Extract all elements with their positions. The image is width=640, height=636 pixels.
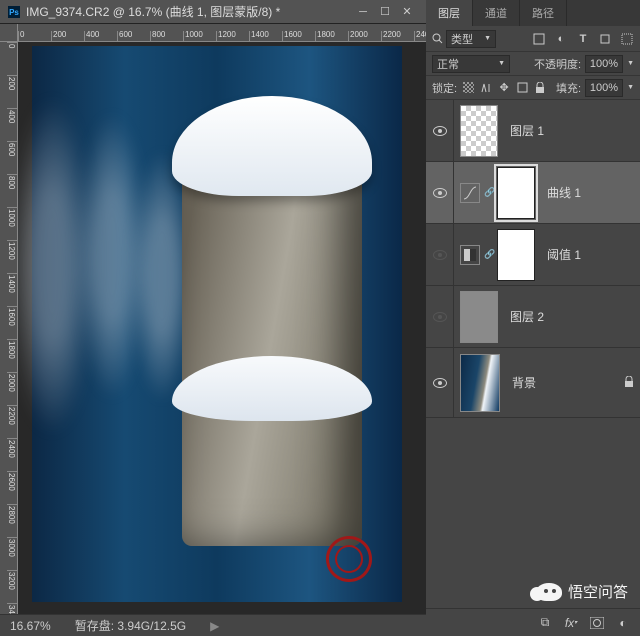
tab-channels[interactable]: 通道 — [473, 0, 520, 26]
visibility-toggle[interactable] — [426, 162, 454, 223]
eye-icon — [433, 312, 447, 322]
search-icon — [432, 33, 443, 44]
lock-row: 锁定: ✥ 填充: 100% ▼ — [426, 76, 640, 100]
maximize-button[interactable]: ☐ — [374, 3, 396, 21]
layer-thumbnail[interactable] — [460, 291, 498, 343]
opacity-input[interactable]: 100% — [585, 55, 623, 73]
watermark: 悟空问答 — [536, 581, 628, 602]
close-button[interactable]: ✕ — [396, 3, 418, 21]
eye-icon — [433, 378, 447, 388]
visibility-toggle[interactable] — [426, 224, 454, 285]
filter-type-icon[interactable]: T — [576, 32, 590, 46]
canvas-area[interactable] — [18, 42, 426, 614]
visibility-toggle[interactable] — [426, 100, 454, 161]
eye-icon — [433, 126, 447, 136]
ruler-origin[interactable] — [0, 24, 18, 42]
status-bar: 16.67% 暂存盘: 3.94G/12.5G ▶ — [0, 614, 426, 636]
cloud-icon — [536, 583, 562, 601]
ps-logo-icon: Ps — [8, 6, 20, 18]
lock-label: 锁定: — [432, 80, 457, 96]
ruler-horizontal[interactable]: 0200400600800100012001400160018002000220… — [18, 24, 426, 42]
canvas[interactable] — [32, 46, 402, 602]
opacity-label: 不透明度: — [534, 56, 581, 72]
zoom-level[interactable]: 16.67% — [10, 619, 51, 633]
lock-icon — [624, 376, 634, 390]
eye-icon — [433, 250, 447, 260]
layer-name[interactable]: 曲线 1 — [547, 184, 581, 201]
layer-name[interactable]: 图层 1 — [510, 122, 544, 139]
svg-text:Ps: Ps — [9, 8, 19, 17]
layer-name[interactable]: 阈值 1 — [547, 246, 581, 263]
layer-row[interactable]: 🔗 曲线 1 — [426, 162, 640, 224]
minimize-button[interactable]: ─ — [352, 3, 374, 21]
add-mask-button[interactable] — [590, 616, 604, 630]
visibility-toggle[interactable] — [426, 286, 454, 347]
threshold-icon[interactable] — [460, 245, 480, 265]
filter-pixel-icon[interactable] — [532, 32, 546, 46]
layer-filter-row: 类型▼ ◐ T — [426, 26, 640, 52]
filter-smart-icon[interactable] — [620, 32, 634, 46]
mask-link-icon[interactable]: 🔗 — [484, 187, 493, 198]
blend-mode-select[interactable]: 正常▼ — [432, 55, 510, 73]
panel-tabs: 图层 通道 路径 — [426, 0, 640, 26]
lock-all-icon[interactable] — [533, 81, 547, 95]
fill-input[interactable]: 100% — [585, 79, 623, 97]
filter-adjust-icon[interactable]: ◐ — [554, 32, 568, 46]
fill-chevron-icon[interactable]: ▼ — [627, 84, 634, 91]
layer-row[interactable]: 🔗 阈值 1 — [426, 224, 640, 286]
eye-icon — [433, 188, 447, 198]
document-window: Ps IMG_9374.CR2 @ 16.7% (曲线 1, 图层蒙版/8) *… — [0, 0, 426, 636]
lock-pixels-icon[interactable] — [479, 81, 493, 95]
new-adjustment-button[interactable]: ◐ — [616, 616, 630, 630]
visibility-toggle[interactable] — [426, 348, 454, 417]
layers-panel: 图层 通道 路径 类型▼ ◐ T 正常▼ 不透明度: 100% ▼ 锁定: ✥ — [426, 0, 640, 636]
opacity-chevron-icon[interactable]: ▼ — [627, 60, 634, 67]
blend-mode-row: 正常▼ 不透明度: 100% ▼ — [426, 52, 640, 76]
layer-row[interactable]: 图层 1 — [426, 100, 640, 162]
layer-fx-button[interactable]: fx▾ — [564, 616, 578, 630]
layer-thumbnail[interactable] — [460, 354, 500, 412]
panel-footer: ⧉ fx▾ ◐ — [426, 608, 640, 636]
status-expand-icon[interactable]: ▶ — [210, 619, 219, 633]
ruler-vertical[interactable]: 0200400600800100012001400160018002000220… — [0, 42, 18, 614]
tab-paths[interactable]: 路径 — [520, 0, 567, 26]
layer-name[interactable]: 图层 2 — [510, 308, 544, 325]
layer-row[interactable]: 背景 — [426, 348, 640, 418]
lock-artboard-icon[interactable] — [515, 81, 529, 95]
mask-link-icon[interactable]: 🔗 — [484, 249, 493, 260]
filter-shape-icon[interactable] — [598, 32, 612, 46]
lock-transparent-icon[interactable] — [461, 81, 475, 95]
fill-label: 填充: — [556, 80, 581, 96]
link-layers-button[interactable]: ⧉ — [538, 616, 552, 630]
layers-list: 图层 1 🔗 曲线 1 🔗 阈值 1 图层 2 背景 — [426, 100, 640, 608]
scratch-disk-info[interactable]: 暂存盘: 3.94G/12.5G — [75, 617, 186, 634]
tab-layers[interactable]: 图层 — [426, 0, 473, 26]
curves-icon[interactable] — [460, 183, 480, 203]
lock-position-icon[interactable]: ✥ — [497, 81, 511, 95]
layer-name[interactable]: 背景 — [512, 374, 536, 391]
layer-mask-thumbnail[interactable] — [497, 167, 535, 219]
layer-mask-thumbnail[interactable] — [497, 229, 535, 281]
layer-thumbnail[interactable] — [460, 105, 498, 157]
filter-search[interactable]: 类型▼ — [432, 30, 496, 48]
layer-row[interactable]: 图层 2 — [426, 286, 640, 348]
document-title: IMG_9374.CR2 @ 16.7% (曲线 1, 图层蒙版/8) * — [26, 3, 352, 20]
document-tab[interactable]: Ps IMG_9374.CR2 @ 16.7% (曲线 1, 图层蒙版/8) *… — [0, 0, 426, 24]
